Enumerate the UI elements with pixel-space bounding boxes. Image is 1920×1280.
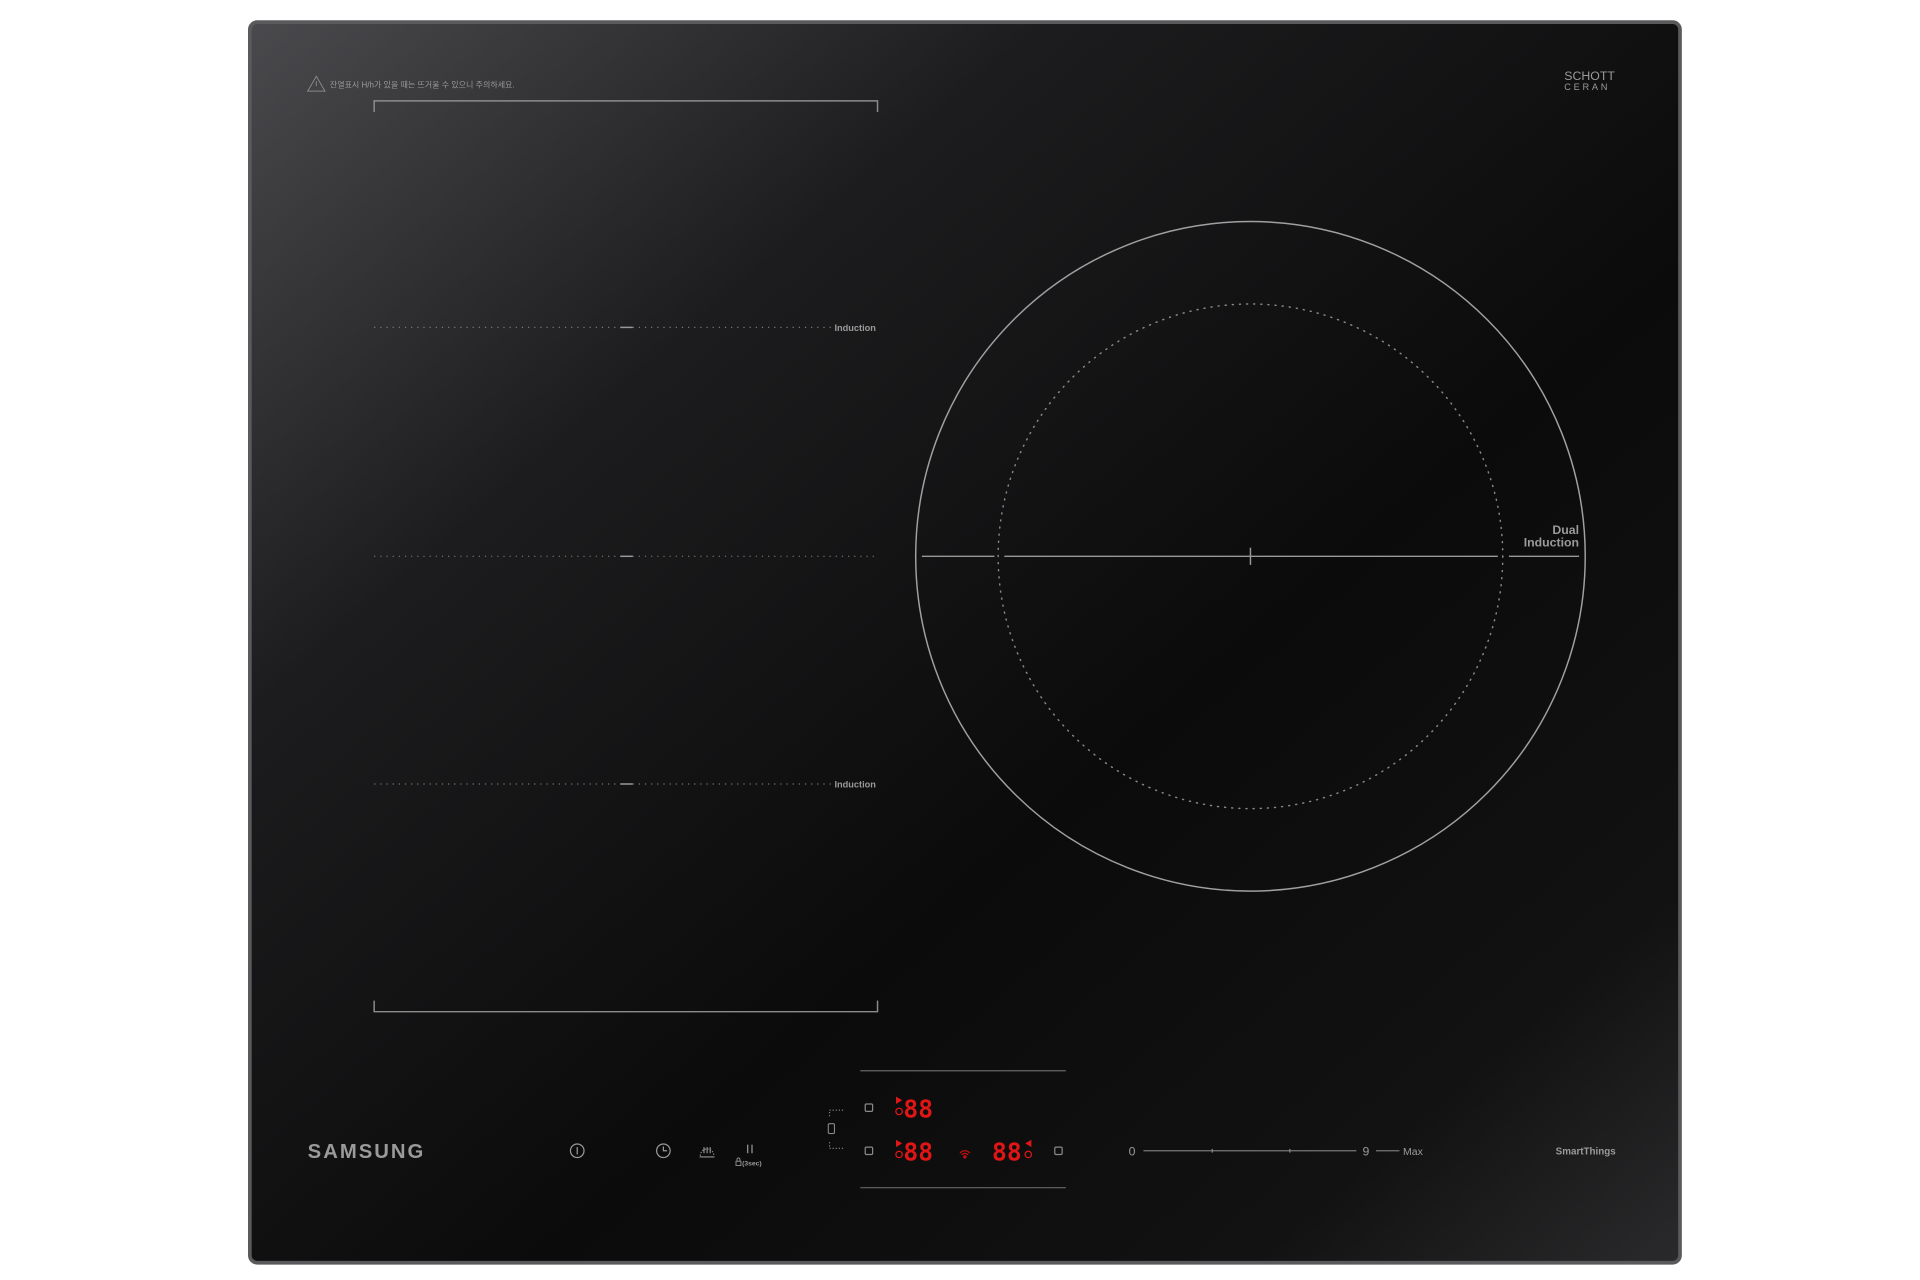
ceran-logo: CERAN — [1564, 82, 1610, 92]
slider-boost-label[interactable]: Max — [1403, 1147, 1424, 1158]
glass-panel — [248, 20, 1682, 1265]
samsung-logo: SAMSUNG — [308, 1141, 426, 1163]
smartthings-button[interactable]: SmartThings — [1556, 1146, 1617, 1157]
slider-min-label: 0 — [1129, 1145, 1136, 1159]
zone-label-induction-bottom: Induction — [834, 780, 876, 790]
cooktop: 잔열표시 H/h가 있을 때는 뜨거울 수 있으니 주의하세요. SCHOTT … — [248, 20, 1682, 1265]
svg-text:88: 88 — [903, 1138, 933, 1167]
warning-text: 잔열표시 H/h가 있을 때는 뜨거울 수 있으니 주의하세요. — [330, 79, 515, 89]
lock-hint: (3sec) — [742, 1161, 762, 1168]
svg-text:88: 88 — [992, 1138, 1022, 1167]
dual-label-line2: Induction — [1524, 535, 1579, 549]
slider-max-label: 9 — [1362, 1145, 1369, 1159]
svg-text:88: 88 — [903, 1095, 933, 1124]
zone-label-induction-top: Induction — [834, 323, 876, 333]
